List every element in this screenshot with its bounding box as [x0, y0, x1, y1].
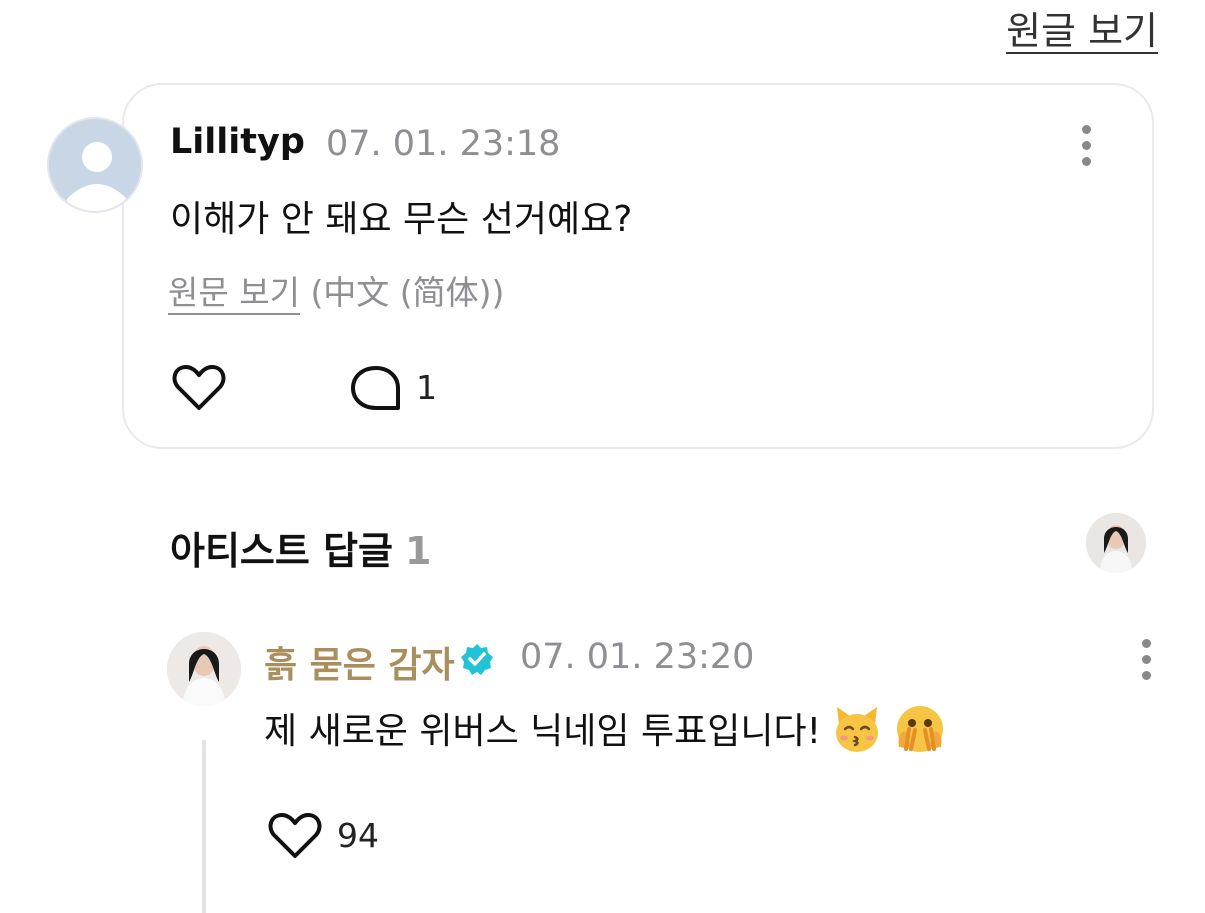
- dot-icon: [1141, 671, 1151, 680]
- kissing-cat-emoji-icon: [831, 703, 883, 764]
- reply-text-content: 제 새로운 위버스 닉네임 투표입니다!: [264, 711, 822, 752]
- dot-icon: [1081, 157, 1091, 166]
- reply-author-name[interactable]: 흙 묻은 감자: [264, 636, 455, 688]
- face-with-open-eyes-and-hand-over-mouth-emoji-icon: [893, 703, 947, 764]
- artist-avatar[interactable]: [1086, 513, 1146, 573]
- dot-icon: [1141, 655, 1151, 664]
- person-icon: [67, 142, 127, 211]
- artist-photo-icon: [1086, 513, 1146, 573]
- default-avatar[interactable]: [47, 117, 143, 213]
- verified-badge-icon: [460, 642, 494, 680]
- reply-text: 제 새로운 위버스 닉네임 투표입니다!: [264, 702, 947, 764]
- dot-icon: [1141, 639, 1151, 648]
- post-more-button[interactable]: [1076, 125, 1096, 171]
- artist-photo-icon: [167, 632, 241, 706]
- thread-line: [202, 740, 206, 913]
- post-like-button[interactable]: [172, 364, 226, 416]
- reply-more-button[interactable]: [1136, 639, 1156, 685]
- view-source-link[interactable]: 원문 보기: [168, 273, 300, 312]
- artist-replies-count: 1: [405, 529, 432, 573]
- heart-icon: [268, 813, 322, 858]
- post-text: 이해가 안 돼요 무슨 선거예요?: [170, 199, 633, 240]
- heart-icon: [172, 365, 226, 410]
- post-comment-count: 1: [416, 368, 437, 407]
- reply-author-avatar[interactable]: [167, 632, 241, 706]
- view-original-link[interactable]: 원글 보기: [1006, 0, 1158, 55]
- comment-bubble-icon: [351, 366, 400, 410]
- post-author[interactable]: Lillityp: [170, 122, 305, 162]
- reply-like-count: 94: [337, 816, 379, 855]
- artist-replies-heading: 아티스트 답글 1: [170, 520, 431, 575]
- post-date: 07. 01. 23:18: [326, 124, 561, 164]
- artist-replies-title: 아티스트 답글: [170, 529, 393, 573]
- post-comment-button[interactable]: [350, 364, 402, 416]
- source-language: (中文 (简体)): [310, 273, 505, 312]
- translate-row: 원문 보기 (中文 (简体)): [168, 266, 504, 314]
- dot-icon: [1081, 141, 1091, 150]
- reply-date: 07. 01. 23:20: [520, 637, 755, 677]
- dot-icon: [1081, 125, 1091, 134]
- reply-like-button[interactable]: [268, 812, 322, 864]
